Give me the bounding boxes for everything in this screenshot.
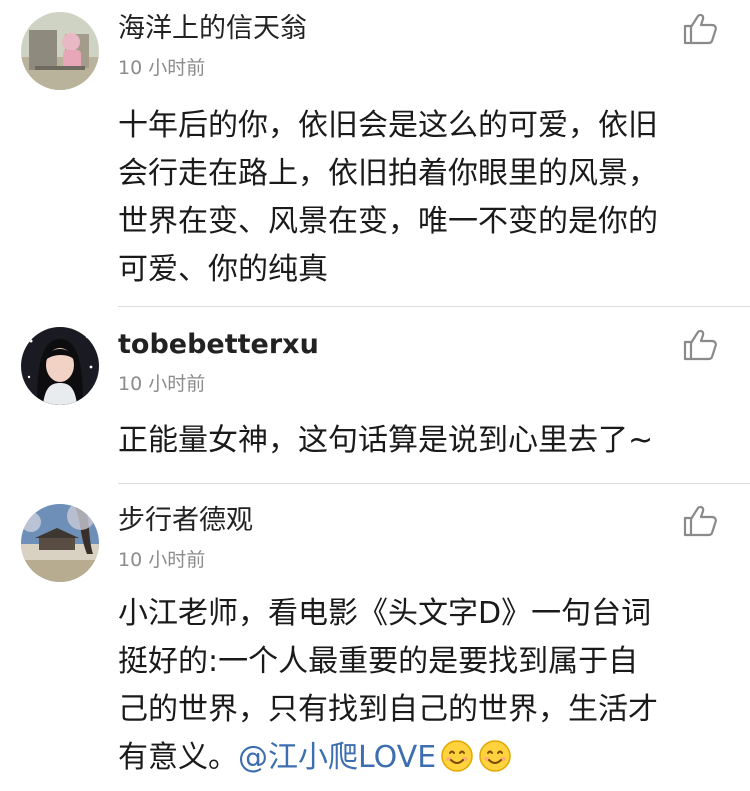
thumbs-up-icon (683, 13, 717, 45)
timestamp: 10 小时前 (118, 57, 206, 79)
comment-item: 海洋上的信天翁 10 小时前 十年后的你，依旧会是这么的可爱，依旧 会行走在路上… (0, 0, 750, 306)
comment-line: 世界在变、风景在变，唯一不变的是你的 (118, 204, 658, 239)
comment-text: 小江老师，看电影《头文字D》一句台词 挺好的:一个人最重要的是要找到属于自 己的… (118, 590, 728, 788)
like-button[interactable] (682, 504, 718, 538)
comment-line: 正能量女神，这句话算是说到心里去了~ (118, 423, 654, 458)
comment-item: 步行者德观 10 小时前 小江老师，看电影《头文字D》一句台词 挺好的:一个人最… (0, 484, 750, 791)
comment-line-text: 有意义。 (118, 740, 238, 775)
username[interactable]: 步行者德观 (118, 504, 253, 538)
thumbs-up-icon (683, 505, 717, 537)
username[interactable]: 海洋上的信天翁 (118, 12, 307, 46)
timestamp: 10 小时前 (118, 549, 206, 571)
like-button[interactable] (682, 328, 718, 362)
comment-text: 正能量女神，这句话算是说到心里去了~ (118, 417, 728, 465)
comment-line: 可爱、你的纯真 (118, 252, 328, 287)
avatar[interactable] (21, 327, 99, 405)
smile-emoji-icon (440, 739, 474, 788)
thumbs-up-icon (683, 329, 717, 361)
avatar[interactable] (21, 12, 99, 90)
comment-line: 十年后的你，依旧会是这么的可爱，依旧 (118, 108, 658, 143)
comment-line: 挺好的:一个人最重要的是要找到属于自 (118, 644, 639, 679)
comment-line: 会行走在路上，依旧拍着你眼里的风景， (118, 156, 658, 191)
comment-line: 己的世界，只有找到自己的世界，生活才 (118, 692, 658, 727)
user-mention-link[interactable]: @江小爬LOVE (238, 740, 436, 775)
comment-line: 小江老师，看电影《头文字D》一句台词 (118, 596, 652, 631)
smile-emoji-icon (478, 739, 512, 788)
like-button[interactable] (682, 12, 718, 46)
comment-line: 有意义。@江小爬LOVE (118, 734, 728, 788)
comment-text: 十年后的你，依旧会是这么的可爱，依旧 会行走在路上，依旧拍着你眼里的风景， 世界… (118, 102, 728, 294)
timestamp: 10 小时前 (118, 373, 206, 395)
comment-item: tobebetterxu 10 小时前 正能量女神，这句话算是说到心里去了~ (0, 307, 750, 483)
avatar-image (21, 12, 99, 90)
avatar-image (21, 327, 99, 405)
username[interactable]: tobebetterxu (118, 328, 319, 362)
avatar-image (21, 504, 99, 582)
avatar[interactable] (21, 504, 99, 582)
